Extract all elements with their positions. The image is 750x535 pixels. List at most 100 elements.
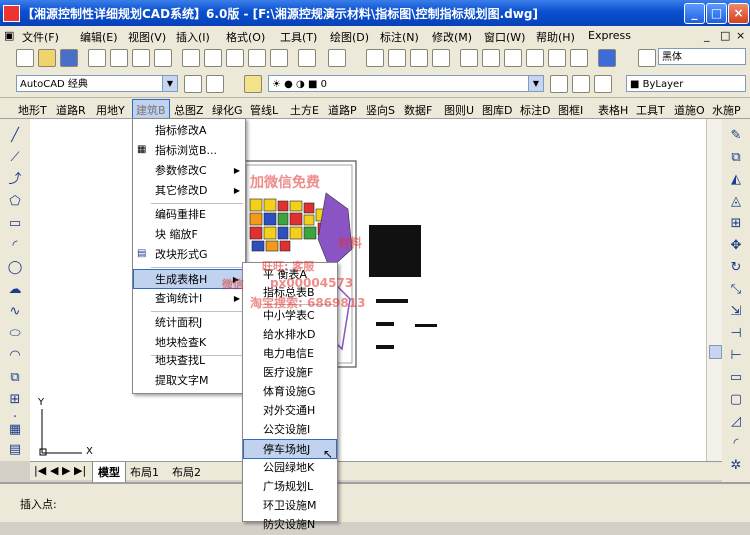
- submenu-item-square[interactable]: 广场规划L: [243, 477, 337, 497]
- close-button[interactable]: ×: [728, 3, 749, 24]
- menu-item-tools[interactable]: 工具(T): [280, 29, 317, 45]
- layer-select[interactable]: ☀ ● ◑ ■ 0 ▼: [268, 75, 544, 92]
- new-icon[interactable]: [16, 49, 34, 67]
- maximize-button[interactable]: □: [706, 3, 727, 24]
- calculator-icon[interactable]: [570, 49, 588, 67]
- ellipse-icon[interactable]: ⬭: [5, 325, 25, 343]
- layer-states-icon[interactable]: [594, 75, 612, 93]
- rotate-icon[interactable]: ↻: [726, 259, 746, 277]
- explode-icon[interactable]: ✲: [726, 457, 746, 475]
- cmenu-road[interactable]: 道路R: [56, 102, 86, 118]
- vertical-scrollbar[interactable]: [706, 119, 723, 461]
- tab-model[interactable]: 模型: [92, 462, 126, 483]
- trim-icon[interactable]: ⊣: [726, 325, 746, 343]
- submenu-item-park[interactable]: 公园绿地K: [243, 458, 337, 478]
- menu-item-draw[interactable]: 绘图(D): [330, 29, 369, 45]
- cut-icon[interactable]: [182, 49, 200, 67]
- menu-item-stat-area[interactable]: 统计面积J: [133, 313, 245, 333]
- gradient-icon[interactable]: ▤: [5, 441, 25, 459]
- cmenu-terrain[interactable]: 地形T: [18, 102, 47, 118]
- zoom-window-icon[interactable]: [410, 49, 428, 67]
- circle-icon[interactable]: ◯: [5, 259, 25, 277]
- cmenu-water-construction[interactable]: 水施P: [712, 102, 741, 118]
- tab-last-button[interactable]: ▶|: [74, 464, 86, 477]
- color-select[interactable]: ■ ByLayer: [626, 75, 746, 92]
- cmenu-master[interactable]: 总图Z: [174, 102, 204, 118]
- submenu-item-medical[interactable]: 医疗设施F: [243, 363, 337, 383]
- submenu-item-disaster[interactable]: 防灾设施N: [243, 515, 337, 535]
- print-icon[interactable]: [88, 49, 106, 67]
- doc-minimize-button[interactable]: _: [704, 29, 710, 42]
- cmenu-pipeline[interactable]: 管线L: [250, 102, 278, 118]
- submenu-item-power[interactable]: 电力电信E: [243, 344, 337, 364]
- cmenu-table[interactable]: 表格H: [598, 102, 628, 118]
- cmenu-tools[interactable]: 工具T: [636, 102, 665, 118]
- copy-icon[interactable]: [204, 49, 222, 67]
- layer-properties-icon[interactable]: [244, 75, 262, 93]
- plot-icon[interactable]: [154, 49, 172, 67]
- tab-layout1[interactable]: 布局1: [130, 464, 159, 480]
- font-select[interactable]: 黑体: [658, 48, 746, 65]
- menu-item-express[interactable]: Express: [588, 29, 631, 42]
- workspace-settings-icon[interactable]: [184, 75, 202, 93]
- submenu-item-schools[interactable]: 中小学表C: [243, 306, 337, 326]
- tab-prev-button[interactable]: ◀: [50, 464, 58, 477]
- submenu-item-water[interactable]: 给水排水D: [243, 325, 337, 345]
- line-icon[interactable]: ╱: [5, 127, 25, 145]
- zoom-realtime-icon[interactable]: [388, 49, 406, 67]
- menu-item-insert[interactable]: 插入(I): [176, 29, 210, 45]
- mirror-icon[interactable]: ◭: [726, 171, 746, 189]
- cmenu-data[interactable]: 数据F: [404, 102, 432, 118]
- cmenu-earthwork[interactable]: 土方E: [290, 102, 319, 118]
- scale-icon[interactable]: ⤡: [726, 281, 746, 299]
- submenu-item-index-total[interactable]: 指标总表B: [243, 283, 337, 303]
- chamfer-icon[interactable]: ◿: [726, 413, 746, 431]
- open-icon[interactable]: [38, 49, 56, 67]
- menu-item-edit[interactable]: 编辑(E): [80, 29, 118, 45]
- menu-item-edit-params[interactable]: 参数修改C ▶: [133, 161, 245, 181]
- menu-item-change-block[interactable]: 改块形式G: [133, 245, 245, 265]
- undo-icon[interactable]: [298, 49, 316, 67]
- construction-line-icon[interactable]: ⟋: [5, 149, 25, 167]
- extend-icon[interactable]: ⊢: [726, 347, 746, 365]
- tab-next-button[interactable]: ▶: [62, 464, 70, 477]
- redo-icon[interactable]: [328, 49, 346, 67]
- move-icon[interactable]: ✥: [726, 237, 746, 255]
- cmenu-frame[interactable]: 图框I: [558, 102, 583, 118]
- cmenu-landuse[interactable]: 用地Y: [96, 102, 125, 118]
- make-block-icon[interactable]: ⊞: [5, 391, 25, 409]
- cmenu-vertical[interactable]: 竖向S: [366, 102, 395, 118]
- menu-item-help[interactable]: 帮助(H): [536, 29, 575, 45]
- revision-cloud-icon[interactable]: ☁: [5, 281, 25, 299]
- workspace-save-icon[interactable]: [206, 75, 224, 93]
- cmenu-road-design[interactable]: 道路P: [328, 102, 357, 118]
- menu-item-dimension[interactable]: 标注(N): [380, 29, 419, 45]
- cmenu-green[interactable]: 绿化G: [212, 102, 243, 118]
- submenu-item-balance[interactable]: 平 衡表A: [243, 265, 337, 285]
- command-line[interactable]: 插入点:: [0, 482, 750, 522]
- polyline-icon[interactable]: ⤴: [5, 171, 25, 189]
- zoom-previous-icon[interactable]: [432, 49, 450, 67]
- erase-icon[interactable]: ✎: [726, 127, 746, 145]
- cmenu-road-construction[interactable]: 道施O: [674, 102, 705, 118]
- design-center-icon[interactable]: [482, 49, 500, 67]
- help-icon[interactable]: [598, 49, 616, 67]
- break-icon[interactable]: ▭: [726, 369, 746, 387]
- join-icon[interactable]: ▢: [726, 391, 746, 409]
- cmenu-plan-sheet[interactable]: 图则U: [444, 102, 474, 118]
- rectangle-icon[interactable]: ▭: [5, 215, 25, 233]
- cmenu-annotate[interactable]: 标注D: [520, 102, 550, 118]
- array-icon[interactable]: ⊞: [726, 215, 746, 233]
- menu-item-other-edit[interactable]: 其它修改D ▶: [133, 181, 245, 201]
- app-icon[interactable]: [3, 5, 20, 22]
- tool-palettes-icon[interactable]: [504, 49, 522, 67]
- paste-icon[interactable]: [226, 49, 244, 67]
- match-properties-icon[interactable]: [248, 49, 266, 67]
- minimize-button[interactable]: _: [684, 3, 705, 24]
- stretch-icon[interactable]: ⇲: [726, 303, 746, 321]
- menu-item-find-parcel[interactable]: 地块查找L: [133, 351, 245, 371]
- menu-item-browse-index[interactable]: 指标浏览B...: [133, 141, 245, 161]
- spline-icon[interactable]: ∿: [5, 303, 25, 321]
- chevron-down-icon[interactable]: ▼: [162, 76, 177, 91]
- menu-item-modify[interactable]: 修改(M): [432, 29, 472, 45]
